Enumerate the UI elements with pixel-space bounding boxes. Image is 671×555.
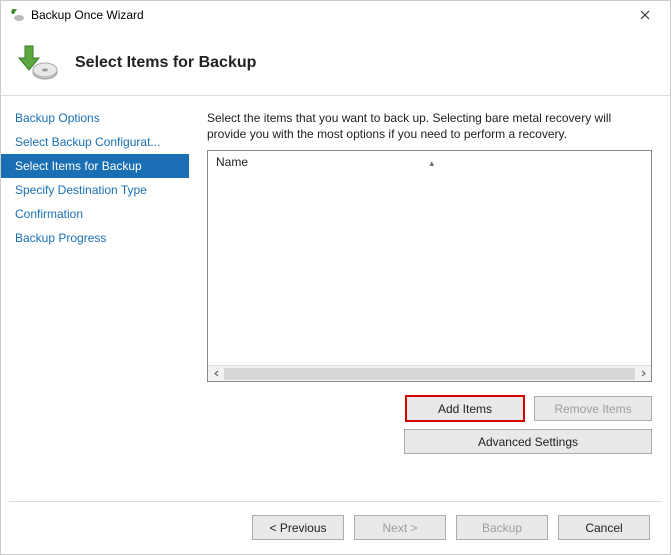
advanced-settings-button[interactable]: Advanced Settings — [404, 429, 652, 454]
scroll-track[interactable] — [224, 368, 635, 380]
remove-items-button: Remove Items — [534, 396, 652, 421]
column-header-name[interactable]: Name ▴ — [216, 155, 643, 169]
previous-button[interactable]: < Previous — [252, 515, 344, 540]
instruction-text: Select the items that you want to back u… — [207, 110, 652, 142]
sidebar-item-backup-progress[interactable]: Backup Progress — [1, 226, 189, 250]
content-area: Backup Options Select Backup Configurat.… — [1, 96, 670, 496]
wizard-footer: < Previous Next > Backup Cancel — [252, 515, 650, 540]
next-button: Next > — [354, 515, 446, 540]
window-title: Backup Once Wizard — [31, 8, 144, 22]
scroll-left-icon[interactable] — [208, 366, 224, 382]
add-items-button[interactable]: Add Items — [406, 396, 524, 421]
sidebar-item-backup-options[interactable]: Backup Options — [1, 106, 189, 130]
horizontal-scrollbar[interactable] — [208, 365, 651, 381]
advanced-buttons-row: Advanced Settings — [207, 429, 652, 454]
cancel-button[interactable]: Cancel — [558, 515, 650, 540]
backup-button: Backup — [456, 515, 548, 540]
close-button[interactable] — [628, 3, 662, 27]
wizard-header: Select Items for Backup — [1, 29, 670, 95]
page-title: Select Items for Backup — [75, 54, 256, 72]
backup-icon — [17, 42, 59, 84]
sidebar-item-select-items[interactable]: Select Items for Backup — [1, 154, 189, 178]
wizard-steps-sidebar: Backup Options Select Backup Configurat.… — [1, 96, 189, 496]
app-icon — [9, 7, 25, 23]
sidebar-item-select-backup-config[interactable]: Select Backup Configurat... — [1, 130, 189, 154]
scroll-right-icon[interactable] — [635, 366, 651, 382]
items-list-panel: Name ▴ — [207, 150, 652, 382]
sidebar-item-destination-type[interactable]: Specify Destination Type — [1, 178, 189, 202]
list-body[interactable] — [208, 173, 651, 365]
sidebar-item-confirmation[interactable]: Confirmation — [1, 202, 189, 226]
sort-indicator-icon: ▴ — [430, 158, 435, 169]
main-panel: Select the items that you want to back u… — [189, 96, 670, 496]
column-header-label: Name — [216, 155, 248, 169]
footer-divider — [9, 501, 662, 502]
list-header[interactable]: Name ▴ — [208, 151, 651, 173]
titlebar: Backup Once Wizard — [1, 1, 670, 29]
item-buttons-row: Add Items Remove Items — [207, 396, 652, 421]
